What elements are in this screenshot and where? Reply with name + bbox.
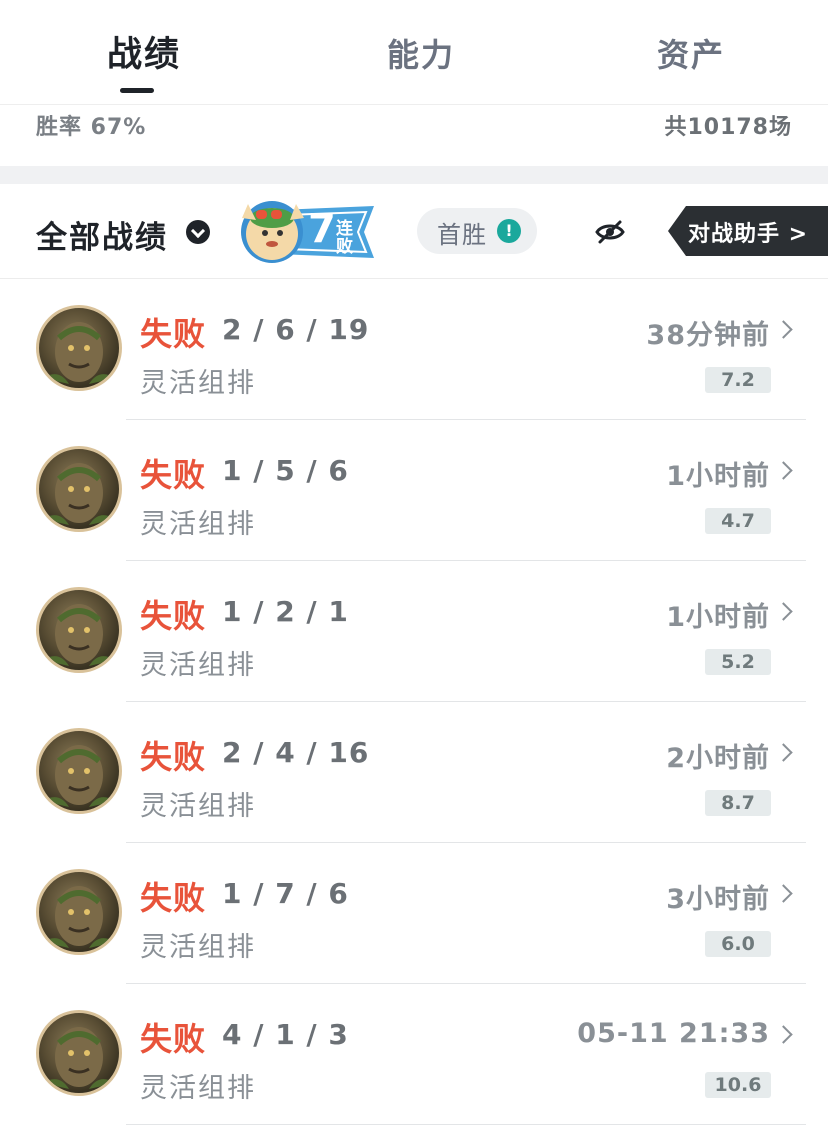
match-score: 6.0	[705, 931, 771, 957]
match-row[interactable]: 失败 1 / 5 / 6 灵活组排 1小时前 4.7	[0, 420, 828, 561]
match-score: 5.2	[705, 649, 771, 675]
losing-streak-badge[interactable]: 7 连 败	[238, 196, 378, 266]
chevron-right-icon	[774, 602, 793, 621]
champion-portrait	[43, 322, 115, 384]
champion-avatar	[36, 1010, 122, 1096]
champion-avatar	[36, 446, 122, 532]
match-kda: 1 / 7 / 6	[222, 877, 349, 910]
hide-eye-icon[interactable]	[594, 216, 626, 248]
chevron-right-icon	[774, 461, 793, 480]
champion-portrait	[43, 604, 115, 666]
match-mode: 灵活组排	[140, 791, 256, 822]
match-score: 8.7	[705, 790, 771, 816]
first-win-label: 首胜	[437, 221, 487, 249]
match-score: 10.6	[705, 1072, 771, 1098]
tab-records[interactable]: 战绩	[80, 30, 208, 80]
match-row[interactable]: 失败 2 / 6 / 19 灵活组排 38分钟前 7.2	[0, 279, 828, 420]
match-result: 失败	[140, 1020, 207, 1058]
chevron-right-icon	[774, 884, 793, 903]
match-row[interactable]: 失败 4 / 1 / 3 灵活组排 05-11 21:33 10.6	[0, 984, 828, 1125]
match-row[interactable]: 失败 1 / 7 / 6 灵活组排 3小时前 6.0	[0, 843, 828, 984]
battle-assistant-label: 对战助手 >	[688, 222, 809, 247]
match-score: 4.7	[705, 508, 771, 534]
match-row[interactable]: 失败 1 / 2 / 1 灵活组排 1小时前 5.2	[0, 561, 828, 702]
streak-label-bottom: 败	[336, 237, 353, 257]
chevron-right-icon	[774, 743, 793, 762]
champion-portrait	[43, 1027, 115, 1089]
streak-count: 7	[308, 206, 336, 252]
match-time: 05-11 21:33	[577, 1018, 770, 1049]
chevron-right-icon	[774, 1025, 793, 1044]
summary-row: 胜率 67% 共10178场	[0, 104, 828, 167]
match-mode: 灵活组排	[140, 368, 256, 399]
match-kda: 2 / 6 / 19	[222, 313, 370, 346]
match-time: 1小时前	[666, 461, 770, 492]
match-result: 失败	[140, 456, 207, 494]
row-divider	[126, 1124, 806, 1125]
champion-portrait	[43, 463, 115, 525]
tab-assets[interactable]: 资产	[626, 30, 756, 80]
tab-bar: 战绩 能力 资产	[0, 0, 828, 104]
active-tab-indicator	[120, 88, 154, 93]
section-separator	[0, 166, 828, 184]
match-score: 7.2	[705, 367, 771, 393]
info-icon[interactable]: !	[497, 219, 521, 243]
champion-avatar	[36, 587, 122, 673]
match-kda: 1 / 2 / 1	[222, 595, 349, 628]
match-time: 2小时前	[666, 743, 770, 774]
match-result: 失败	[140, 738, 207, 776]
match-kda: 1 / 5 / 6	[222, 454, 349, 487]
chevron-down-icon[interactable]	[186, 220, 210, 244]
match-row[interactable]: 失败 2 / 4 / 16 灵活组排 2小时前 8.7	[0, 702, 828, 843]
match-time: 1小时前	[666, 602, 770, 633]
win-rate: 胜率 67%	[36, 115, 147, 140]
match-mode: 灵活组排	[140, 509, 256, 540]
match-time: 38分钟前	[646, 320, 770, 351]
champion-portrait	[43, 745, 115, 807]
total-games: 共10178场	[664, 115, 792, 140]
champion-avatar	[36, 728, 122, 814]
chevron-right-icon	[774, 320, 793, 339]
match-result: 失败	[140, 597, 207, 635]
match-mode: 灵活组排	[140, 932, 256, 963]
champion-portrait	[43, 886, 115, 948]
match-kda: 2 / 4 / 16	[222, 736, 370, 769]
champion-avatar	[36, 869, 122, 955]
first-win-chip[interactable]: 首胜 !	[417, 208, 537, 254]
champion-avatar	[36, 305, 122, 391]
match-mode: 灵活组排	[140, 1073, 256, 1104]
tab-ability[interactable]: 能力	[356, 30, 486, 80]
all-records-filter[interactable]: 全部战绩	[36, 212, 168, 257]
match-result: 失败	[140, 315, 207, 353]
match-time: 3小时前	[666, 884, 770, 915]
filter-bar: 全部战绩 7 连 败 首胜 ! 对战助手 >	[0, 184, 828, 279]
match-mode: 灵活组排	[140, 650, 256, 681]
match-result: 失败	[140, 879, 207, 917]
match-kda: 4 / 1 / 3	[222, 1018, 349, 1051]
battle-assistant-button[interactable]: 对战助手 >	[668, 206, 828, 256]
